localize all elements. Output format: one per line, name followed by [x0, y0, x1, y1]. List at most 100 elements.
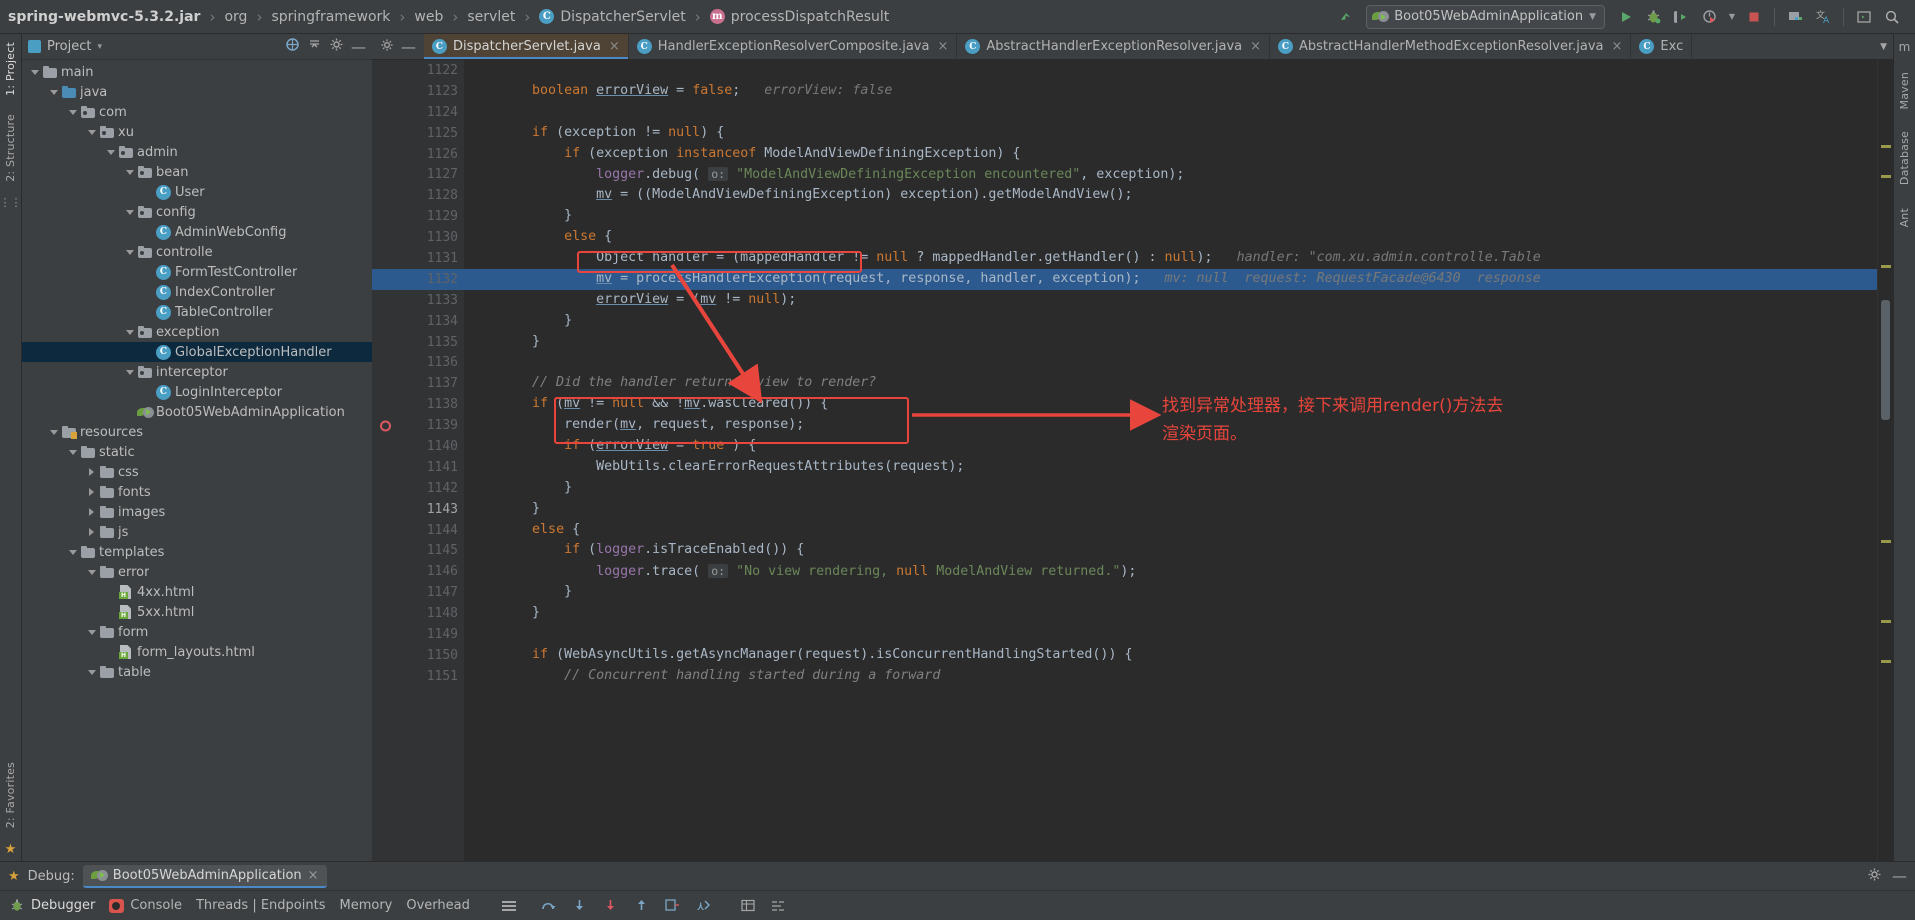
gutter-line-1138[interactable]: ⊟1138 [372, 394, 480, 415]
code-line-1141[interactable]: WebUtils.clearErrorRequestAttributes(req… [464, 457, 1877, 478]
chevron-down-icon[interactable]: ▾ [97, 42, 102, 52]
stop-icon[interactable] [1741, 5, 1767, 29]
run-configuration-selector[interactable]: Boot05WebAdminApplication ▼ [1366, 4, 1605, 29]
code-line-1125[interactable]: if (exception != null) { [464, 123, 1877, 144]
gutter-line-1146[interactable]: 1146 [372, 561, 464, 582]
tree-twisty[interactable] [47, 429, 60, 435]
breadcrumb-item-servlet[interactable]: servlet [465, 9, 517, 25]
gutter-line-1133[interactable]: 1133 [372, 290, 464, 311]
tree-twisty[interactable] [47, 89, 60, 95]
sidebar-tab-favorites[interactable]: 2: Favorites [4, 758, 17, 832]
settings2-icon[interactable] [770, 898, 786, 913]
editor-tab-handlerexceptionresolvercomposite[interactable]: C HandlerExceptionResolverComposite.java × [629, 34, 958, 59]
tree-item-js[interactable]: js [22, 522, 372, 542]
tree-twisty[interactable] [85, 629, 98, 635]
code-content[interactable]: boolean errorView = false; errorView: fa… [464, 60, 1877, 861]
breadcrumb-item-web[interactable]: web [412, 9, 445, 25]
gear-icon[interactable] [1867, 867, 1882, 886]
tree-item-exception[interactable]: exception [22, 322, 372, 342]
project-panel-title[interactable]: Project [47, 39, 91, 54]
breadcrumb-item-processdispatchresult[interactable]: m processDispatchResult [708, 9, 892, 25]
gutter-line-1126[interactable]: ⊟1126 [372, 144, 480, 165]
code-line-1122[interactable] [464, 60, 1877, 81]
gutter-line-1142[interactable]: ⊟1142 [372, 478, 480, 499]
tree-item-main[interactable]: main [22, 62, 372, 82]
tree-item-resources[interactable]: resources [22, 422, 372, 442]
gutter-line-1140[interactable]: ⊟1140 [372, 436, 480, 457]
gutter-line-1132[interactable]: 1132 [372, 268, 464, 290]
gutter-line-1136[interactable]: 1136 [372, 352, 464, 373]
build-icon[interactable] [1332, 5, 1358, 29]
code-line-1140[interactable]: if (errorView = true ) { [464, 436, 1877, 457]
code-line-1145[interactable]: if (logger.isTraceEnabled()) { [464, 540, 1877, 561]
tree-twisty[interactable] [123, 169, 136, 175]
gutter-line-1143[interactable]: 1143 [372, 499, 464, 520]
tree-twisty[interactable] [85, 669, 98, 675]
breadcrumb-item-springframework[interactable]: springframework [269, 9, 392, 25]
tree-item-templates[interactable]: templates [22, 542, 372, 562]
settings-icon[interactable] [329, 37, 344, 56]
code-line-1148[interactable]: } [464, 603, 1877, 624]
breakpoint-icon[interactable] [380, 420, 391, 432]
tree-twisty[interactable] [123, 329, 136, 335]
tree-item-user[interactable]: C User [22, 182, 372, 202]
minimize-icon[interactable]: — [1892, 869, 1907, 884]
tree-item-table[interactable]: table [22, 662, 372, 682]
tree-twisty[interactable] [85, 508, 98, 516]
table-icon[interactable] [740, 898, 756, 913]
gutter-line-1127[interactable]: 1127 [372, 164, 464, 185]
breadcrumb-item-dispatcherservlet[interactable]: C DispatcherServlet [537, 9, 687, 25]
close-icon[interactable]: × [937, 39, 948, 54]
tree-item-form-layouts-html[interactable]: Hform_layouts.html [22, 642, 372, 662]
tree-twisty[interactable] [104, 149, 117, 155]
code-line-1132[interactable]: mv = processHandlerException(request, re… [464, 268, 1877, 290]
step-into-icon[interactable] [571, 898, 588, 913]
gutter-line-1150[interactable]: ⊟1150 [372, 645, 480, 666]
project-tree[interactable]: main java com xu admin bean C User config C AdminW… [22, 60, 372, 861]
step-out-icon[interactable] [633, 898, 650, 913]
tree-twisty[interactable] [66, 449, 79, 455]
code-line-1123[interactable]: boolean errorView = false; errorView: fa… [464, 81, 1877, 102]
run-with-coverage-icon[interactable] [1669, 5, 1695, 29]
star-icon[interactable]: ★ [5, 842, 17, 857]
tree-item-config[interactable]: config [22, 202, 372, 222]
tree-item-tablecontroller[interactable]: C TableController [22, 302, 372, 322]
translate-icon[interactable]: 文 A [1810, 5, 1836, 29]
tree-item-adminwebconfig[interactable]: C AdminWebConfig [22, 222, 372, 242]
code-line-1138[interactable]: if (mv != null && !mv.wasCleared()) { [464, 394, 1877, 415]
tree-twisty[interactable] [85, 468, 98, 476]
editor-tab-exc[interactable]: C Exc [1631, 34, 1693, 59]
close-icon[interactable]: × [308, 868, 319, 883]
run-to-cursor-icon[interactable] [664, 898, 681, 913]
code-line-1136[interactable] [464, 352, 1877, 373]
tree-item-com[interactable]: com [22, 102, 372, 122]
tree-item-globalexceptionhandler[interactable]: C GlobalExceptionHandler [22, 342, 372, 362]
tree-item-interceptor[interactable]: interceptor [22, 362, 372, 382]
code-line-1129[interactable]: } [464, 206, 1877, 227]
tree-twisty[interactable] [123, 209, 136, 215]
code-line-1128[interactable]: mv = ((ModelAndViewDefiningException) ex… [464, 185, 1877, 206]
settings-icon[interactable] [380, 38, 394, 56]
code-line-1126[interactable]: if (exception instanceof ModelAndViewDef… [464, 144, 1877, 165]
gutter-line-1134[interactable]: ⊟1134 [372, 311, 480, 332]
gutter-line-1144[interactable]: ⊟1144 [372, 520, 480, 541]
code-line-1146[interactable]: logger.trace( o: "No view rendering, nul… [464, 561, 1877, 582]
gutter-line-1125[interactable]: ⊟1125 [372, 123, 480, 144]
tab-overhead[interactable]: Overhead [406, 898, 470, 913]
tree-item-admin[interactable]: admin [22, 142, 372, 162]
close-icon[interactable]: × [1612, 39, 1623, 54]
tree-twisty[interactable] [85, 528, 98, 536]
tree-item-fonts[interactable]: fonts [22, 482, 372, 502]
editor-tabs[interactable]: — C DispatcherServlet.java × C HandlerExcepti… [372, 34, 1893, 60]
gutter-line-1128[interactable]: 1128 [372, 185, 464, 206]
close-icon[interactable]: × [1250, 39, 1261, 54]
code-line-1130[interactable]: else { [464, 227, 1877, 248]
tree-twisty[interactable] [85, 569, 98, 575]
editor-gutter[interactable]: 1122 1123 1124 ⊟1125⊟1126 1127 1128 ⊟1129⊟1130… [372, 60, 480, 861]
code-line-1135[interactable]: } [464, 332, 1877, 353]
rail-icon-m[interactable]: m [1899, 40, 1911, 54]
bookmarks-icon[interactable]: ⋮⋮ [0, 196, 22, 209]
profiler-icon[interactable] [1697, 5, 1723, 29]
evaluate-icon[interactable]: ⋏ [695, 898, 712, 913]
tree-item-controlle[interactable]: controlle [22, 242, 372, 262]
